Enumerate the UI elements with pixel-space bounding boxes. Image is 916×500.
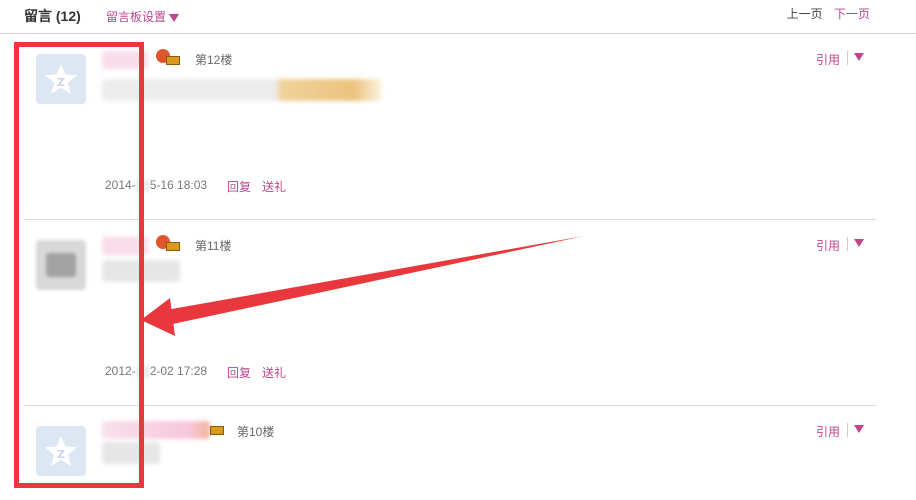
quote-link[interactable]: 引用 xyxy=(816,51,840,68)
divider xyxy=(847,237,848,251)
divider xyxy=(847,423,848,437)
timestamp-time: 2-02 17:28 xyxy=(149,364,208,378)
floor-number: 第12楼 xyxy=(195,53,233,67)
board-settings-label: 留言板设置 xyxy=(106,10,167,24)
guestbook-header: 留言 (12) 留言板设置 上一页 下一页 xyxy=(0,0,916,34)
message-count: (12) xyxy=(55,8,81,24)
list-item: Z 第12楼 引用 2014- 5-16 18:03 回复 送礼 xyxy=(24,34,876,220)
prev-page-link[interactable]: 上一页 xyxy=(787,7,823,21)
caret-down-icon[interactable] xyxy=(854,239,864,247)
quote-link[interactable]: 引用 xyxy=(816,423,840,440)
apple-vip-icon xyxy=(156,49,180,65)
floor-number: 第11楼 xyxy=(195,239,232,253)
gift-link[interactable]: 送礼 xyxy=(262,178,286,195)
list-item: 第11楼 引用 2012- 2-02 17:28 回复 送礼 xyxy=(24,220,876,406)
board-settings-button[interactable]: 留言板设置 xyxy=(106,8,180,25)
caret-down-icon[interactable] xyxy=(854,53,864,61)
reply-link[interactable]: 回复 xyxy=(227,364,251,381)
quote-link[interactable]: 引用 xyxy=(816,237,840,254)
gift-link[interactable]: 送礼 xyxy=(262,364,286,381)
pager: 上一页 下一页 xyxy=(787,5,870,22)
caret-down-icon[interactable] xyxy=(854,425,864,433)
list-item: Z 第10楼 引用 xyxy=(24,406,876,500)
chevron-down-icon xyxy=(169,13,180,22)
apple-vip-icon xyxy=(156,235,180,251)
divider xyxy=(847,51,848,65)
message-content-blurred xyxy=(102,79,382,101)
timestamp-time: 5-16 18:03 xyxy=(149,178,208,192)
next-page-link[interactable]: 下一页 xyxy=(834,7,870,21)
page-title: 留言 (12) xyxy=(24,6,81,26)
annotation-highlight-box xyxy=(14,42,144,488)
reply-link[interactable]: 回复 xyxy=(227,178,251,195)
title-label: 留言 xyxy=(24,8,52,24)
apple-vip-icon xyxy=(210,421,232,437)
floor-number: 第10楼 xyxy=(237,425,275,439)
